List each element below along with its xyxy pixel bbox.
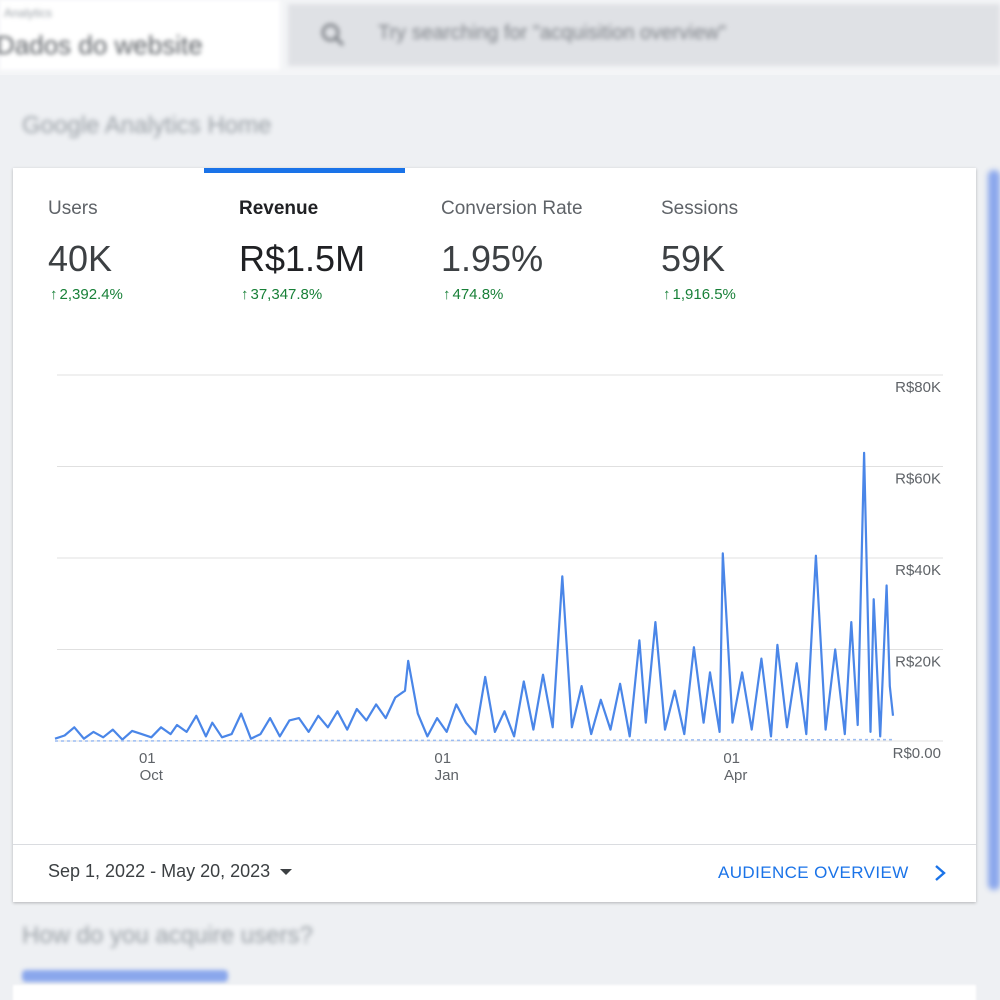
- side-card-edge: [988, 170, 1000, 890]
- metric-change: ↑ 37,347.8%: [241, 286, 322, 303]
- x-tick-month-label: Oct: [140, 767, 164, 784]
- metric-tab-sessions[interactable]: Sessions 59K ↑ 1,916.5%: [661, 168, 861, 328]
- arrow-up-icon: ↑: [241, 286, 249, 303]
- metric-tab-users[interactable]: Users 40K ↑ 2,392.4%: [48, 168, 248, 328]
- date-range-selector[interactable]: Sep 1, 2022 - May 20, 2023: [48, 861, 293, 882]
- metric-value: R$1.5M: [239, 238, 366, 279]
- chart-series: [54, 451, 895, 742]
- x-tick-day-label: 01: [139, 750, 156, 767]
- next-section-card: [13, 985, 976, 1000]
- next-section-title: How do you acquire users?: [22, 922, 313, 949]
- dropdown-caret-icon: [280, 869, 293, 876]
- search-bar[interactable]: Try searching for "acquisition overview": [288, 4, 1000, 66]
- metric-label: Users: [48, 198, 98, 219]
- next-section-tab-indicator: [22, 970, 228, 982]
- metric-change: ↑ 2,392.4%: [50, 286, 123, 303]
- revenue-series-line: [54, 451, 895, 741]
- arrow-up-icon: ↑: [443, 286, 451, 303]
- chevron-right-icon[interactable]: [931, 862, 949, 884]
- property-name[interactable]: Dados do website: [0, 30, 203, 61]
- y-tick-label: R$0.00: [893, 745, 941, 762]
- revenue-overview-card: Users 40K ↑ 2,392.4% Revenue R$1.5M ↑ 37,3…: [13, 168, 976, 902]
- arrow-up-icon: ↑: [663, 286, 671, 303]
- metric-change-value: 1,916.5%: [672, 286, 736, 303]
- metric-label: Revenue: [239, 198, 319, 219]
- chart-gridlines: [57, 374, 943, 742]
- metric-label: Conversion Rate: [441, 198, 583, 219]
- x-axis-labels: 01Oct01Jan01Apr: [139, 750, 747, 784]
- metric-value: 40K: [48, 238, 113, 279]
- metric-change-value: 37,347.8%: [250, 286, 323, 303]
- x-tick-day-label: 01: [723, 750, 740, 767]
- x-tick-month-label: Apr: [724, 767, 747, 784]
- property-selector[interactable]: Analytics Dados do website: [0, 0, 280, 70]
- top-app-bar: Analytics Dados do website Try searching…: [0, 0, 1000, 75]
- y-axis-labels: R$0.00 R$20K R$40K R$60K R$80K: [893, 379, 941, 762]
- date-range-label: Sep 1, 2022 - May 20, 2023: [48, 861, 271, 881]
- metric-change-value: 474.8%: [452, 286, 504, 303]
- metric-change-value: 2,392.4%: [59, 286, 123, 303]
- arrow-up-icon: ↑: [50, 286, 58, 303]
- search-input[interactable]: Try searching for "acquisition overview": [378, 22, 726, 45]
- x-tick-day-label: 01: [434, 750, 451, 767]
- metric-change: ↑ 474.8%: [443, 286, 503, 303]
- metric-tab-conversion-rate[interactable]: Conversion Rate 1.95% ↑ 474.8%: [441, 168, 641, 328]
- audience-overview-link[interactable]: AUDIENCE OVERVIEW: [718, 863, 909, 883]
- metric-value: 59K: [661, 238, 726, 279]
- section-title: Google Analytics Home: [22, 112, 272, 139]
- metric-label: Sessions: [661, 198, 739, 219]
- metric-tab-revenue[interactable]: Revenue R$1.5M ↑ 37,347.8%: [239, 168, 439, 328]
- search-icon: [321, 23, 345, 47]
- x-tick-month-label: Jan: [435, 767, 459, 784]
- y-tick-label: R$20K: [895, 654, 941, 671]
- metric-value: 1.95%: [441, 238, 544, 279]
- property-account-label: Analytics: [4, 6, 53, 20]
- y-tick-label: R$80K: [895, 379, 941, 396]
- revenue-line-chart: R$0.00R$20KR$40KR$60KR$80K 01Oct01Jan01A…: [54, 374, 943, 784]
- metric-change: ↑ 1,916.5%: [663, 286, 736, 303]
- y-tick-label: R$40K: [895, 562, 941, 579]
- card-footer-divider: [13, 844, 976, 845]
- y-tick-label: R$60K: [895, 471, 941, 488]
